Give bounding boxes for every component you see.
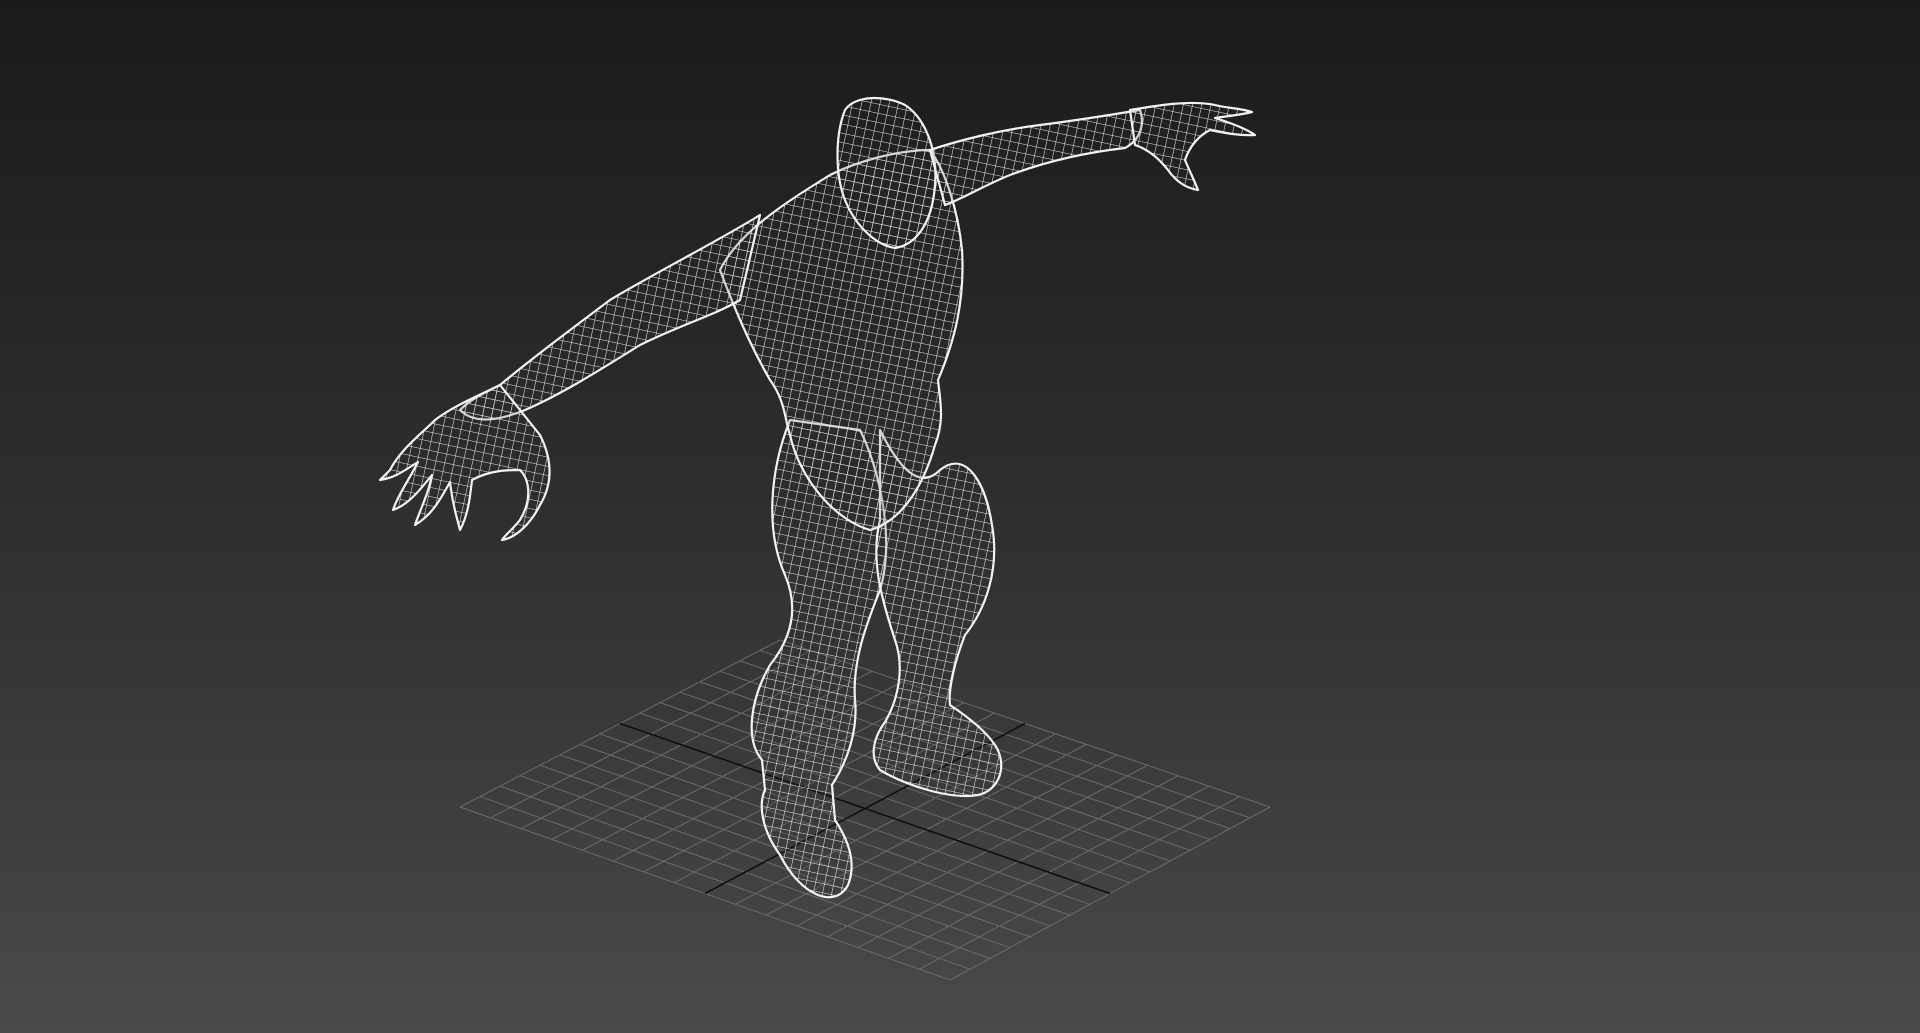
3d-viewport[interactable] [0, 0, 1920, 1033]
ground-grid [459, 639, 1271, 981]
creature-right-hand [1128, 101, 1257, 192]
creature-right-arm [928, 108, 1143, 207]
ground-axes [619, 722, 1111, 895]
viewport-scene[interactable] [0, 0, 1920, 1033]
wireframe-creature-model[interactable] [378, 96, 1257, 899]
creature-left-arm [458, 213, 762, 421]
